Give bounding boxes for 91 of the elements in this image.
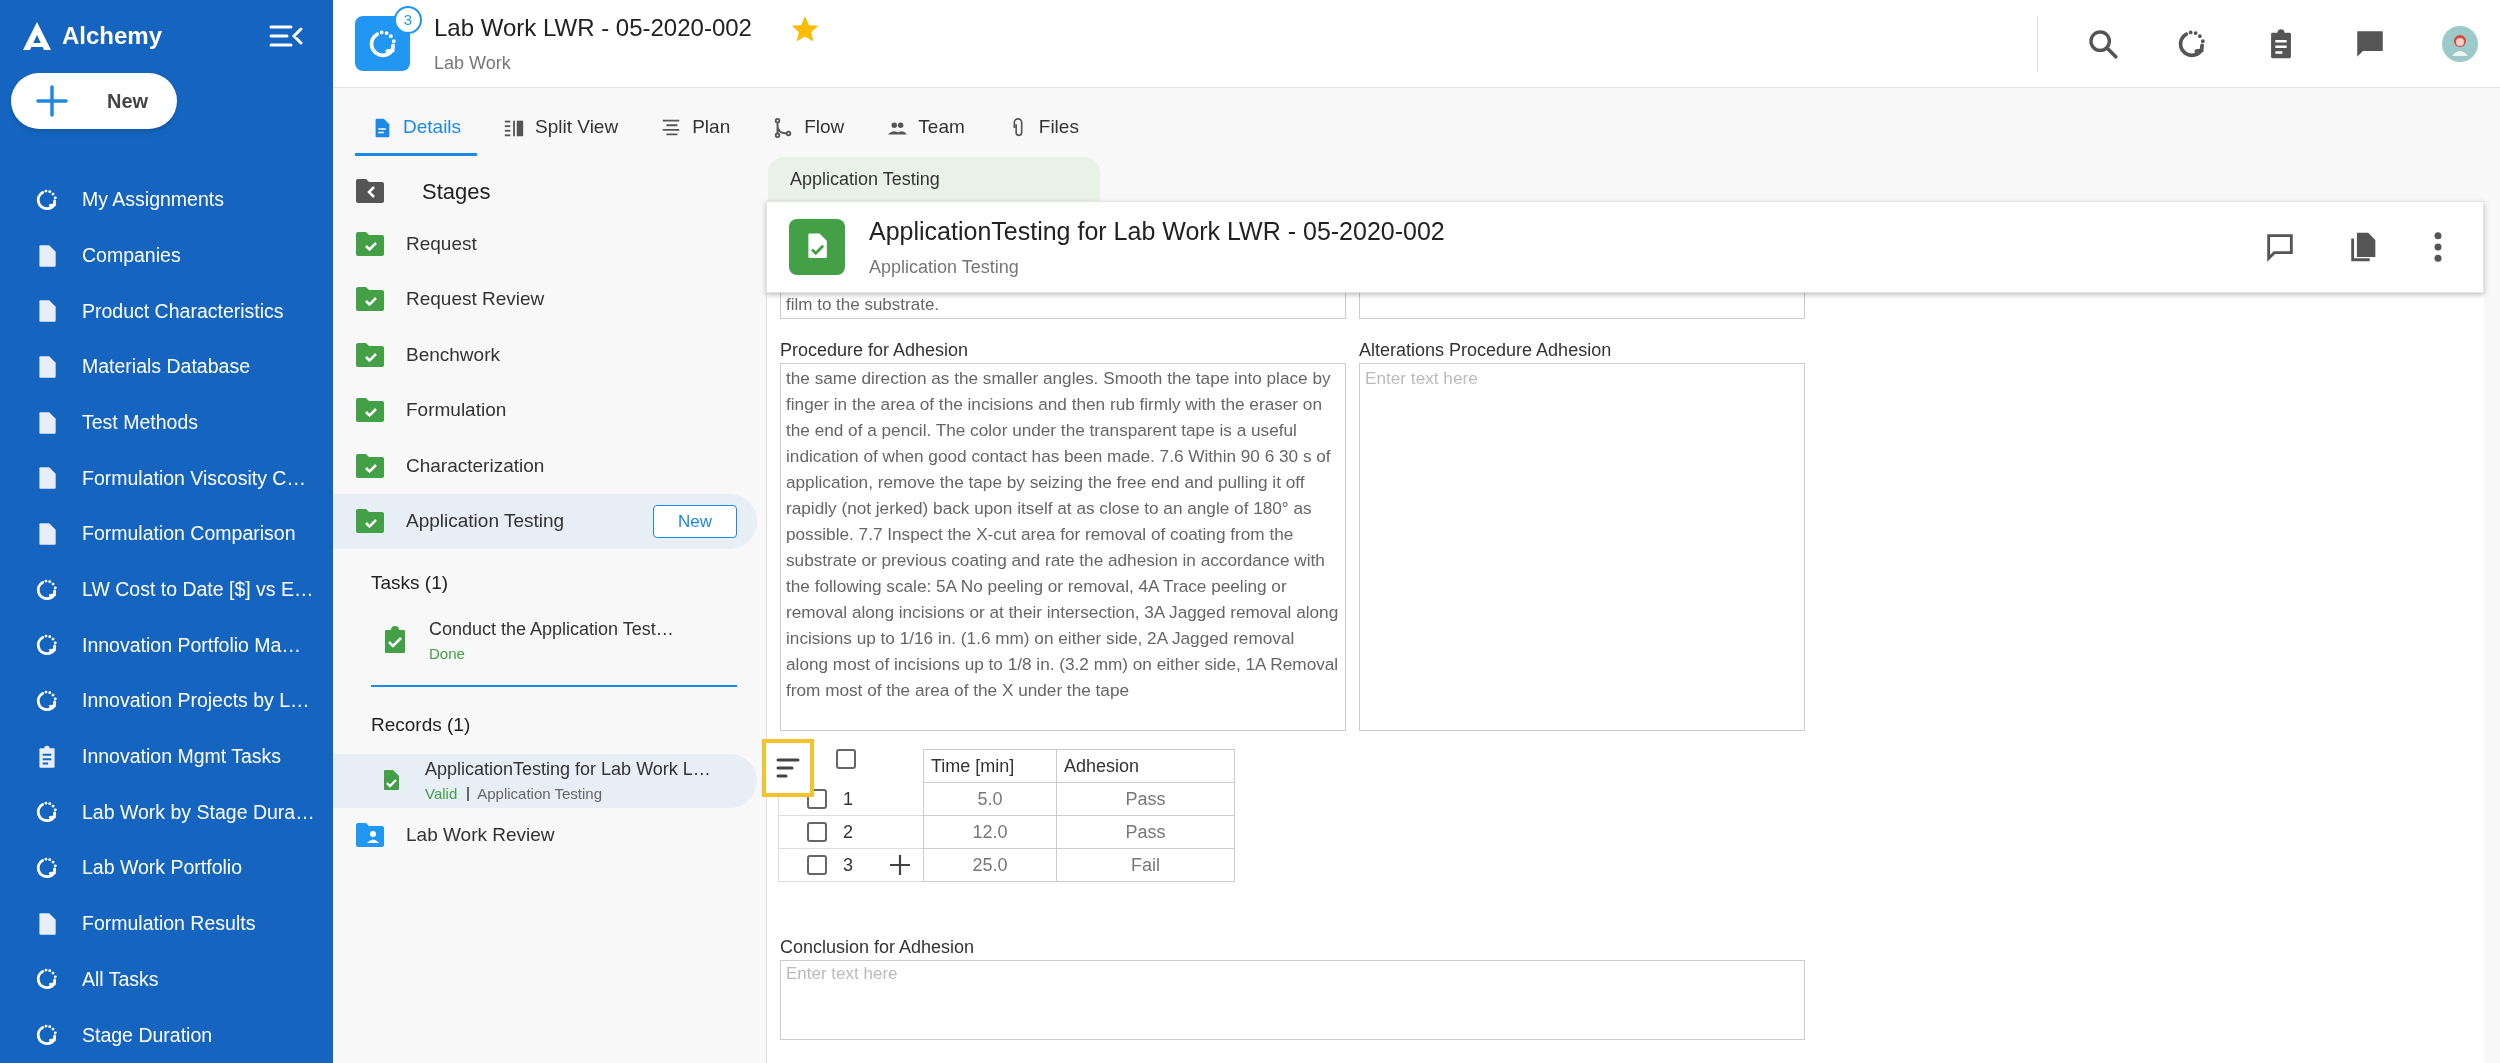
row-number: 2 <box>843 820 854 844</box>
sort-button[interactable] <box>762 739 814 797</box>
folder-check-icon <box>355 452 385 479</box>
field-label: Procedure for Adhesion <box>780 339 970 362</box>
stage-item[interactable]: Request <box>333 216 757 272</box>
table-cell: 25.0 <box>923 849 1057 882</box>
record-subtitle: Application Testing <box>869 256 1020 280</box>
folder-back-icon[interactable] <box>355 178 385 204</box>
record-title: ApplicationTesting for Lab Work LWR - 05-2020-002 <box>869 215 1446 247</box>
page-title: Lab Work LWR - 05-2020-002 <box>434 13 752 43</box>
tab[interactable]: Details <box>355 102 478 156</box>
tab[interactable]: Flow <box>756 102 861 156</box>
count-badge: 3 <box>394 6 422 34</box>
sidebar-item[interactable]: Formulation Results <box>0 895 333 952</box>
stage-label: Characterization <box>406 453 546 478</box>
folder-person-icon <box>355 822 385 849</box>
stage-label: Benchwork <box>406 342 501 367</box>
tab[interactable]: Plan <box>644 102 747 156</box>
column-header: Time [min] <box>923 749 1057 783</box>
sidebar-item[interactable]: Innovation Portfolio Ma… <box>0 617 333 674</box>
stage-item[interactable]: Request Review <box>333 271 757 327</box>
table-cell: Pass <box>1057 816 1235 849</box>
folder-check-icon <box>355 341 385 368</box>
task-title: Conduct the Application Test… <box>429 617 674 641</box>
stage-label: Request Review <box>406 287 546 311</box>
sidebar-item[interactable]: Formulation Viscosity C… <box>0 450 333 507</box>
logo-icon <box>22 21 52 52</box>
sidebar-item[interactable]: Innovation Mgmt Tasks <box>0 728 333 785</box>
checkbox[interactable] <box>807 855 827 875</box>
sidebar-item[interactable]: Lab Work Portfolio <box>0 840 333 896</box>
checkbox[interactable] <box>836 749 856 769</box>
stage-item[interactable]: Lab Work Review <box>333 807 757 863</box>
stage-item[interactable]: Characterization <box>333 438 757 494</box>
stage-item[interactable]: Formulation <box>333 382 757 438</box>
folder-check-icon <box>355 508 385 535</box>
stage-item[interactable]: Benchwork <box>333 327 757 383</box>
brand-name: Alchemy <box>62 21 163 52</box>
page-subtitle: Lab Work <box>434 52 512 75</box>
table-cell: Pass <box>1057 783 1235 816</box>
tab[interactable]: Files <box>990 102 1095 156</box>
text-area[interactable]: film to the substrate. <box>780 293 1346 319</box>
status-label: Done <box>429 643 466 664</box>
menu-collapse-icon[interactable] <box>269 23 303 50</box>
section-title: Stages <box>422 177 491 206</box>
sidebar-item[interactable]: Stage Duration <box>0 1007 333 1063</box>
sidebar-item[interactable]: LW Cost to Date [$] vs E… <box>0 561 333 618</box>
stage-label: Formulation <box>406 398 508 422</box>
row-number: 3 <box>843 853 854 877</box>
record-type: Application Testing <box>477 783 603 804</box>
field-label: Conclusion for Adhesion <box>780 936 976 959</box>
field-label: Alterations Procedure Adhesion <box>1359 339 1613 362</box>
table-cell: 12.0 <box>923 816 1057 849</box>
avatar[interactable] <box>2442 25 2478 62</box>
stage-item[interactable]: Application Testing New <box>333 493 757 549</box>
sidebar-item[interactable]: Product Characteristics <box>0 283 333 340</box>
star-icon[interactable] <box>791 15 818 42</box>
plus-icon[interactable] <box>889 854 911 876</box>
row-number: 1 <box>843 787 854 811</box>
table-cell: 5.0 <box>923 783 1057 816</box>
stage-label: Application Testing <box>406 509 566 533</box>
section-heading: Tasks (1) <box>370 571 450 595</box>
sidebar-item[interactable]: Formulation Comparison <box>0 506 333 562</box>
sidebar-item[interactable]: All Tasks <box>0 951 333 1008</box>
table-cell: Fail <box>1057 849 1235 882</box>
column-header: Adhesion <box>1057 749 1235 783</box>
section-heading: Records (1) <box>370 713 472 737</box>
sidebar-item[interactable]: Innovation Projects by L… <box>0 673 333 729</box>
task-item[interactable]: Conduct the Application Test… Done <box>333 615 763 665</box>
tab[interactable]: Split View <box>487 102 635 156</box>
record-item[interactable]: ApplicationTesting for Lab Work L… Valid Application Testing <box>333 753 757 808</box>
record-tab[interactable]: Application Testing <box>768 157 1100 201</box>
clipboard-check-icon <box>383 626 407 655</box>
text-area[interactable]: the same direction as the smaller angles. Smooth the tape into place by finger in the area of the incisions and then rub firmly with the eraser on the end of a pencil. The color under the transparent tape is a useful indication of when good contact has been made. 7.6 Within 90 6 30 s of application, remove the tape by seizing the free end and pulling it off rapidly (not jerked) back upon itself at as close to an angle of 180° as possible. 7.7 Inspect the X-cut area for removal of coating from the substrate or previous coating and rate the adhesion in accordance with the following scale: 5A No peeling or removal, 4A Trace peeling or removal along incisions or at their intersection, 3A Jagged removal along incisions up to 1/16 in. (1.6 mm) on either side, 2A Jagged removal along most of incisions up to 1/8 in. (3.2 mm) on either side, 1A Removal from most of the area of the X under the tape <box>780 363 1346 731</box>
sidebar-item[interactable]: Lab Work by Stage Dura… <box>0 784 333 841</box>
folder-check-icon <box>355 286 385 313</box>
status-label: Valid <box>425 783 458 804</box>
folder-check-icon <box>355 397 385 424</box>
stage-label: Request <box>406 231 478 256</box>
sidebar-item[interactable]: Materials Database <box>0 339 333 395</box>
new-button[interactable]: New <box>11 72 177 129</box>
lines-icon <box>775 757 801 779</box>
sidebar-item[interactable]: Companies <box>0 227 333 284</box>
record-title: ApplicationTesting for Lab Work L… <box>425 757 711 781</box>
folder-check-icon <box>355 230 385 257</box>
new-button[interactable]: New <box>653 504 737 538</box>
plus-icon <box>35 83 69 118</box>
tab[interactable]: Team <box>870 102 981 156</box>
checkbox[interactable] <box>807 822 827 842</box>
sidebar-item[interactable]: Test Methods <box>0 394 333 451</box>
sidebar-item[interactable]: My Assignments <box>0 172 333 228</box>
stage-label: Lab Work Review <box>406 823 556 847</box>
